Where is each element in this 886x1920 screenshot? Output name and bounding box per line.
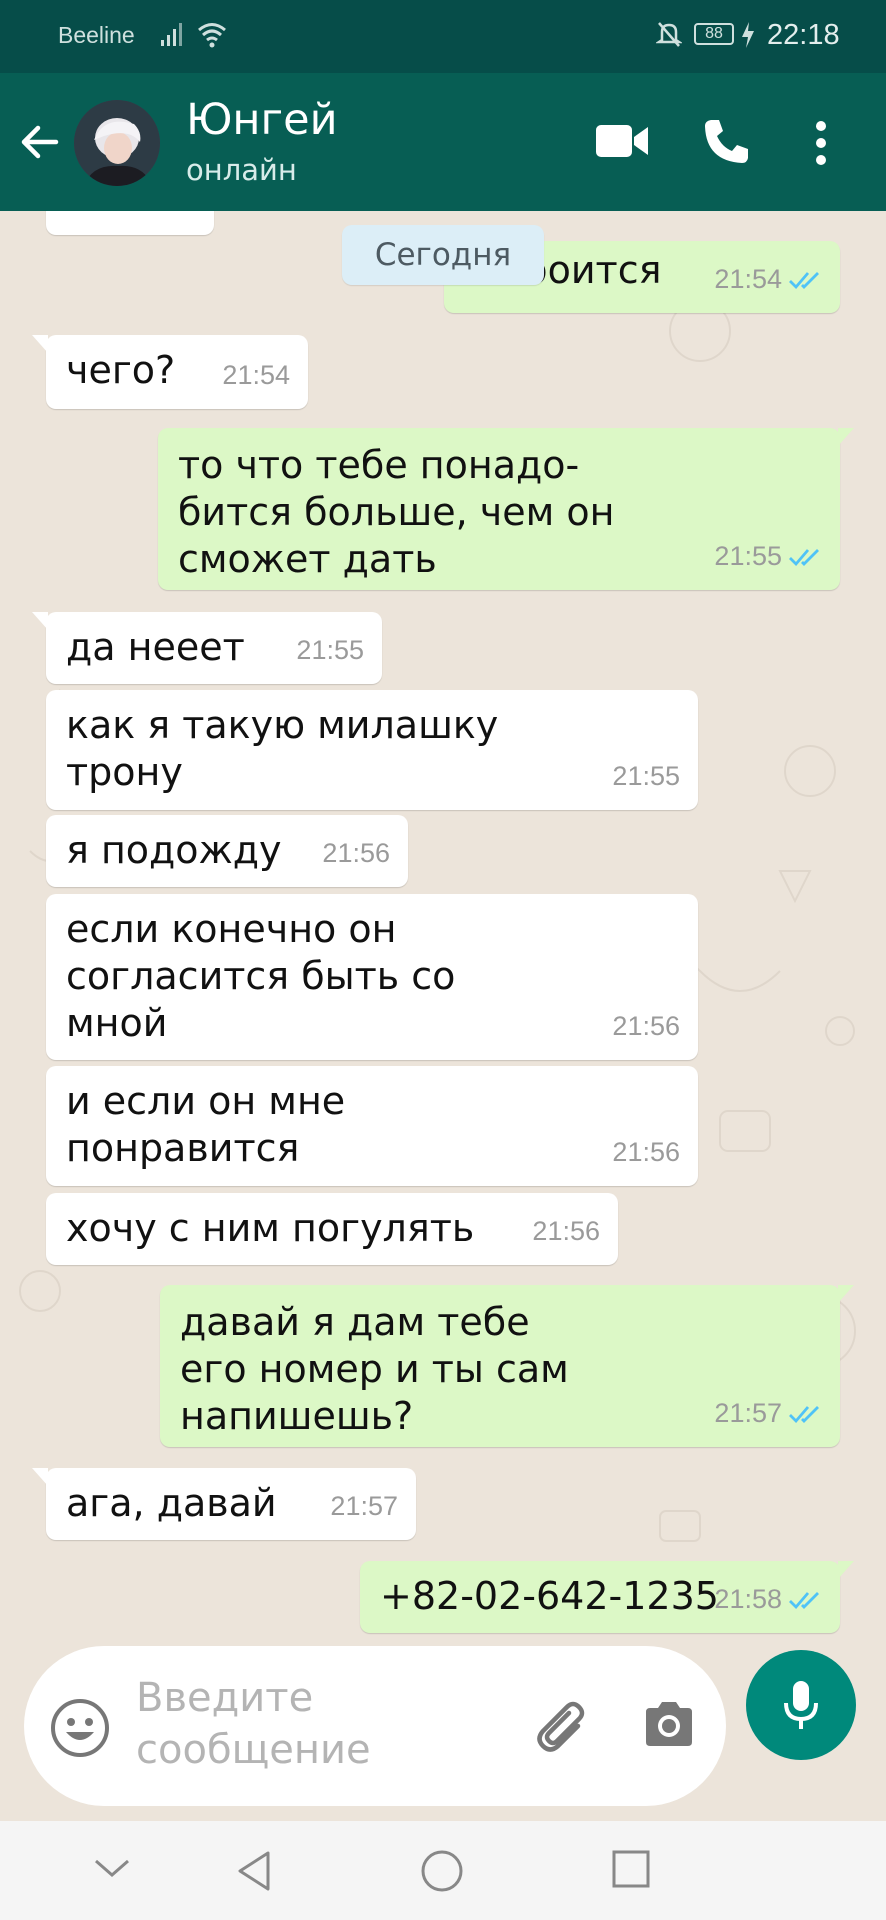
message-bubble-incoming[interactable]: да нееет 21:55: [32, 612, 382, 684]
chat-header: Юнгей онлайн: [0, 73, 886, 211]
message-bubble-incoming[interactable]: хочу с ним погулять 21:56: [46, 1193, 618, 1265]
video-call-icon[interactable]: [594, 121, 650, 161]
message-meta: 21:55: [714, 533, 822, 580]
message-bubble-outgoing[interactable]: то что тебе понадо- бится больше, чем он…: [158, 428, 854, 590]
voice-call-icon[interactable]: [701, 116, 751, 166]
read-ticks-icon: [789, 548, 819, 566]
message-meta: 21:57: [714, 1390, 822, 1437]
message-composer: [24, 1646, 726, 1806]
message-text: хочу с ним погулять: [66, 1206, 475, 1250]
message-bubble-partial[interactable]: [46, 211, 214, 235]
message-text: как я такую милашку трону: [66, 703, 499, 794]
message-meta: 21:56: [322, 830, 390, 877]
message-time: 21:55: [296, 635, 364, 665]
message-meta: 21:56: [612, 1129, 680, 1176]
read-ticks-icon: [789, 1591, 819, 1609]
message-bubble-incoming[interactable]: ага, давай 21:57: [32, 1468, 416, 1540]
nav-back-icon[interactable]: [234, 1849, 274, 1893]
message-time: 21:57: [330, 1491, 398, 1521]
read-ticks-icon: [789, 271, 819, 289]
message-meta: 21:55: [296, 627, 364, 674]
message-bubble-incoming[interactable]: чего? 21:54: [32, 335, 308, 409]
message-meta: 21:58: [714, 1576, 822, 1623]
message-bubble-incoming[interactable]: я подожду 21:56: [46, 815, 408, 887]
message-meta: 21:56: [532, 1208, 600, 1255]
message-text: если конечно он согласится быть со мной: [66, 907, 456, 1045]
message-text: и если он мне понравится: [66, 1079, 346, 1170]
message-bubble-incoming[interactable]: и если он мне понравится 21:56: [46, 1066, 698, 1186]
message-time: 21:55: [612, 761, 680, 791]
message-time: 21:54: [222, 360, 290, 390]
message-bubble-incoming[interactable]: как я такую милашку трону 21:55: [46, 690, 698, 810]
chat-area[interactable]: он боится 21:54 Сегодня чего? 21:54 то ч…: [0, 211, 886, 1821]
battery-indicator: 88: [694, 23, 734, 45]
more-options-icon[interactable]: [814, 120, 828, 166]
message-time: 21:58: [714, 1584, 782, 1614]
message-time: 21:56: [532, 1216, 600, 1246]
avatar-photo-icon: [74, 100, 160, 186]
message-time: 21:55: [714, 541, 782, 571]
message-time: 21:57: [714, 1398, 782, 1428]
message-time: 21:54: [714, 264, 782, 294]
back-arrow-icon[interactable]: [20, 122, 60, 162]
message-meta: 21:54: [222, 352, 290, 399]
charging-icon: [742, 22, 754, 48]
nav-recents-icon[interactable]: [611, 1849, 651, 1889]
message-time: 21:56: [612, 1011, 680, 1041]
emoji-icon[interactable]: [48, 1696, 112, 1760]
message-bubble-outgoing[interactable]: +82-02-642-1235 21:58: [360, 1561, 854, 1633]
message-meta: 21:56: [612, 1003, 680, 1050]
signal-icon: [161, 23, 182, 46]
contact-status: онлайн: [186, 153, 297, 187]
microphone-icon: [784, 1681, 818, 1729]
message-meta: 21:55: [612, 753, 680, 800]
message-time: 21:56: [322, 838, 390, 868]
status-bar: Beeline 88 22:18: [0, 0, 886, 73]
voice-record-button[interactable]: [746, 1650, 856, 1760]
message-meta: 21:54: [714, 256, 822, 303]
contact-avatar[interactable]: [74, 100, 160, 186]
nav-home-icon[interactable]: [420, 1849, 464, 1893]
carrier-label: Beeline: [58, 22, 135, 48]
mute-bell-icon: [656, 22, 682, 47]
read-ticks-icon: [789, 1405, 819, 1423]
system-nav-bar: [0, 1821, 886, 1920]
wifi-icon: [198, 23, 226, 48]
message-bubble-incoming[interactable]: если конечно он согласится быть со мной …: [46, 894, 698, 1060]
message-meta: 21:57: [330, 1483, 398, 1530]
hide-keyboard-chevron-icon[interactable]: [92, 1855, 132, 1881]
camera-icon[interactable]: [642, 1700, 696, 1748]
message-input[interactable]: [136, 1672, 516, 1782]
date-separator: Сегодня: [342, 225, 544, 285]
message-bubble-outgoing[interactable]: давай я дам тебе его номер и ты сам напи…: [160, 1285, 854, 1447]
message-time: 21:56: [612, 1137, 680, 1167]
contact-name[interactable]: Юнгей: [186, 95, 338, 145]
status-time: 22:18: [767, 19, 840, 51]
attach-paperclip-icon[interactable]: [532, 1696, 592, 1756]
